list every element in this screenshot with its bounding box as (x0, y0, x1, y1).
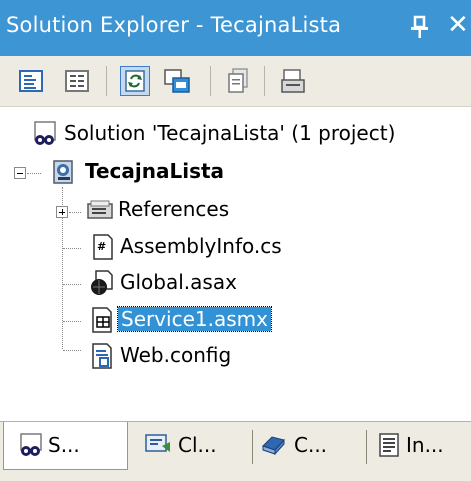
references-icon (86, 196, 113, 224)
tree-node-assemblyinfo[interactable]: # AssemblyInfo.cs (0, 230, 471, 264)
class-view-icon (144, 432, 170, 458)
tree-node-label: Service1.asmx (117, 306, 272, 332)
tab-class-view[interactable]: Cl... (134, 422, 250, 470)
asmx-file-icon (88, 306, 114, 334)
tab-label: C... (294, 433, 328, 457)
tree-node-webconfig[interactable]: Web.config (0, 339, 471, 373)
nest-related-files-icon[interactable] (162, 66, 192, 96)
tree-node-global[interactable]: Global.asax (0, 266, 471, 300)
copy-project-icon[interactable] (224, 66, 254, 96)
tree-node-solution[interactable]: Solution 'TecajnaLista' (1 project) (0, 117, 471, 151)
cs-file-icon: # (90, 233, 116, 261)
pin-icon[interactable] (409, 14, 431, 40)
solution-explorer-icon (18, 432, 44, 458)
asax-file-icon (88, 269, 114, 297)
tab-index[interactable]: In... (370, 422, 470, 470)
config-file-icon (88, 342, 114, 370)
toolbar-separator (264, 66, 265, 96)
toolbar-separator (106, 66, 107, 96)
close-icon[interactable]: ✕ (447, 10, 471, 40)
view-designer-icon[interactable] (278, 66, 308, 96)
index-icon (376, 432, 402, 458)
tab-label: S... (48, 433, 80, 457)
tab-separator (366, 430, 367, 464)
toolbar-separator (210, 66, 211, 96)
properties-icon[interactable] (16, 66, 46, 96)
tree-node-references[interactable]: References (0, 193, 471, 227)
solution-tree: Solution 'TecajnaLista' (1 project) Teca… (0, 107, 471, 392)
tree-node-label: References (118, 197, 230, 221)
tab-label: In... (406, 433, 444, 457)
tab-label: Cl... (178, 433, 217, 457)
solution-icon (32, 120, 58, 148)
tab-contents[interactable]: C... (256, 422, 360, 470)
tree-node-service1[interactable]: Service1.asmx (0, 303, 471, 337)
tree-node-label: Web.config (120, 343, 232, 367)
project-icon (50, 158, 76, 186)
show-all-files-icon[interactable] (62, 66, 92, 96)
tree-node-label: TecajnaLista (85, 159, 225, 183)
tree-node-project[interactable]: TecajnaLista (0, 155, 471, 189)
tree-node-label: Global.asax (120, 270, 237, 294)
window-title: Solution Explorer - TecajnaLista (6, 13, 342, 37)
toolbar (0, 56, 471, 107)
tree-node-label: AssemblyInfo.cs (120, 234, 282, 258)
contents-icon (260, 432, 286, 458)
tree-node-label: Solution 'TecajnaLista' (1 project) (64, 121, 396, 145)
tab-separator (252, 430, 253, 464)
tool-window-tabs: S... Cl... C... In... (0, 421, 471, 481)
svg-text:#: # (97, 240, 106, 253)
title-bar[interactable]: Solution Explorer - TecajnaLista ✕ (0, 0, 471, 56)
tab-solution-explorer[interactable]: S... (3, 422, 128, 470)
solution-explorer-window: Solution Explorer - TecajnaLista ✕ Solut… (0, 0, 471, 481)
refresh-icon[interactable] (120, 66, 150, 96)
